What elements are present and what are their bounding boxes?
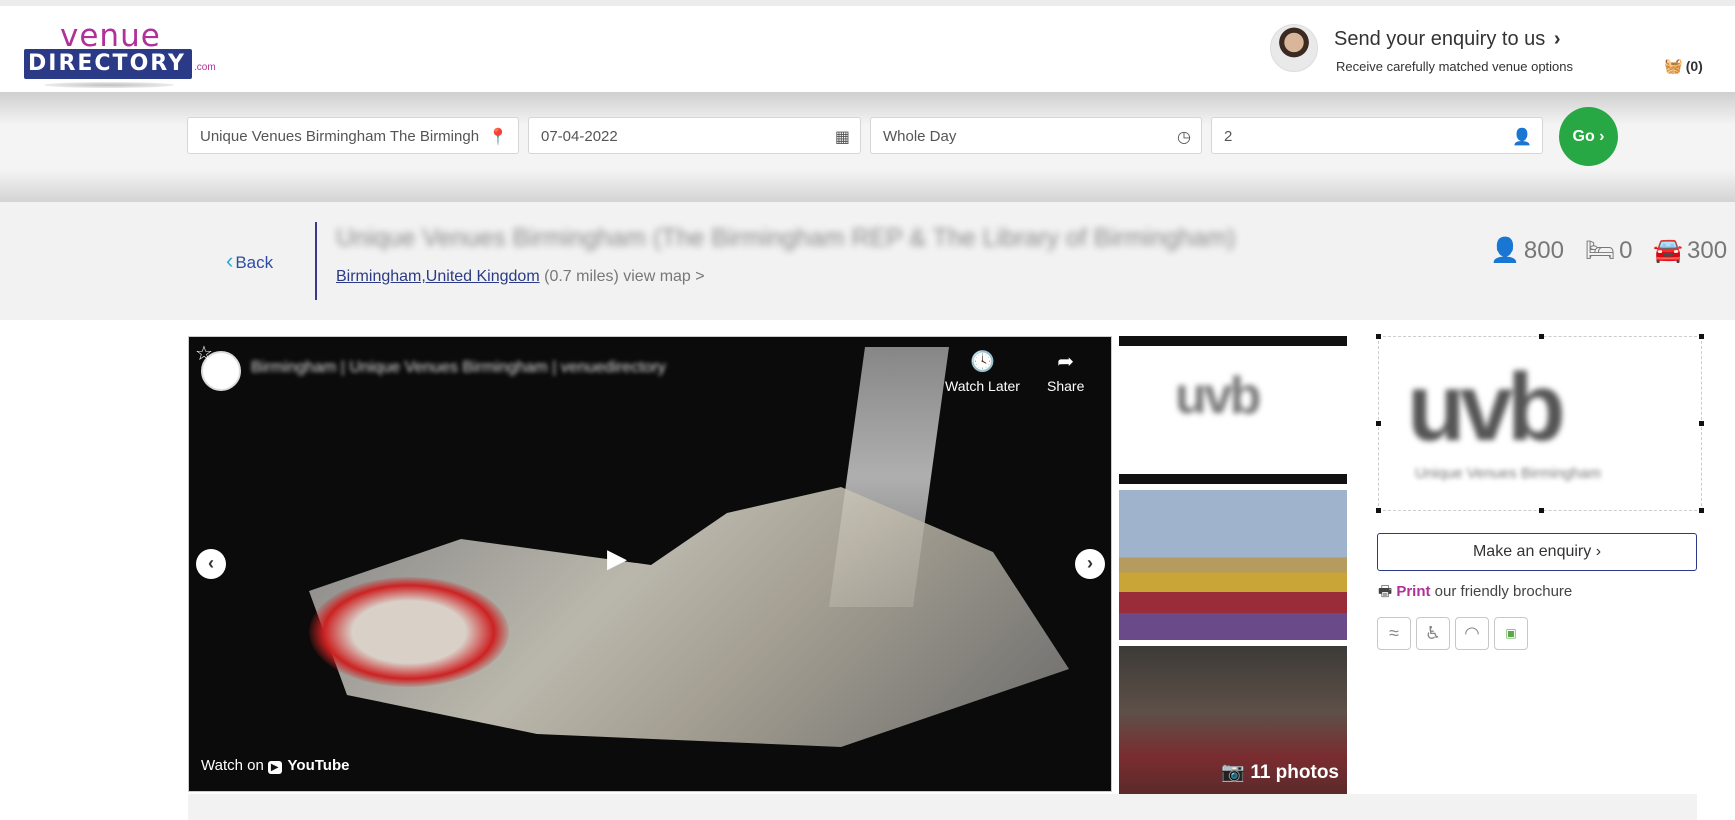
guests-value: 2 [1224,128,1233,145]
photos-label: 11 photos [1250,762,1339,783]
time-value: Whole Day [883,128,957,145]
capacity-icon: 👤 [1490,237,1520,264]
share-button[interactable]: ➦ Share [1047,349,1084,394]
star-icon: ☆ [195,343,213,365]
swimming-icon: ≈ [1377,617,1411,650]
video-player[interactable]: ☆ Birmingham | Unique Venues Birmingham … [188,336,1112,792]
basket-icon: 🧺 [1664,58,1683,75]
printer-icon: 🖶 [1378,583,1393,600]
gallery-thumb-logo[interactable]: uvb [1119,336,1347,484]
go-button[interactable]: Go › [1559,107,1618,166]
date-value: 07-04-2022 [541,128,618,145]
car-icon: 🚘 [1653,237,1683,264]
resize-handle [1376,508,1381,513]
prev-arrow-button[interactable]: ‹ [196,549,226,579]
distance-text: (0.7 miles) [544,268,619,285]
view-map-link[interactable]: view map > [623,268,704,285]
next-arrow-button[interactable]: › [1075,549,1105,579]
watch-on-label: Watch on [201,757,264,774]
resize-handle [1539,508,1544,513]
back-label: Back [235,253,274,272]
wifi-icon: ◠ [1455,617,1489,650]
resize-handle [1539,334,1544,339]
content-bottom-panel [188,794,1697,820]
youtube-label: YouTube [287,757,350,774]
location-value: Unique Venues Birmingham The Birmingh [200,128,480,145]
venue-stats: 👤 800 🛏 0 🚘 300 [1490,236,1735,265]
resize-handle [1376,334,1381,339]
send-enquiry-link[interactable]: Send your enquiry to us › [1334,28,1560,51]
video-floorplan-red-area [309,577,509,687]
share-label: Share [1047,378,1085,394]
gallery-thumb-interior[interactable]: 📷 11 photos [1119,646,1347,794]
watch-later-label: Watch Later [945,378,1020,394]
youtube-play-icon: ▶ [267,761,282,774]
location-input[interactable]: Unique Venues Birmingham The Birmingh 📍 [187,117,519,154]
print-label: Print [1396,583,1431,600]
site-header: venue DIRECTORY .com Send your enquiry t… [0,6,1735,92]
send-enquiry-label: Send your enquiry to us [1334,28,1546,50]
calendar-icon: ▦ [834,129,850,146]
bedrooms-value: 0 [1619,237,1633,264]
capacity-value: 800 [1523,237,1564,264]
location-link[interactable]: Birmingham,United Kingdom [336,268,540,285]
video-title[interactable]: Birmingham | Unique Venues Birmingham | … [251,359,666,377]
logo-shadow [44,82,174,88]
chevron-right-icon: › [1553,28,1561,50]
camera-icon: 📷 [1221,762,1246,783]
logo-directory-text: DIRECTORY [24,49,192,79]
clock-icon: ◷ [1177,129,1191,146]
advisor-avatar [1270,24,1318,72]
enquiry-subtitle: Receive carefully matched venue options [1336,59,1574,74]
parking-value: 300 [1687,237,1728,264]
basket-count: (0) [1685,58,1703,74]
resize-handle [1699,421,1704,426]
person-icon: 👤 [1512,129,1532,146]
clock-icon: 🕓 [970,351,995,373]
date-input[interactable]: 07-04-2022 ▦ [528,117,861,154]
watch-later-button[interactable]: 🕓 Watch Later [945,349,1020,394]
chevron-left-icon: ‹ [226,248,234,273]
basket-button[interactable]: 🧺 (0) [1664,57,1703,75]
uvb-logo-mark: uvb [1407,354,1566,461]
make-enquiry-button[interactable]: Make an enquiry › [1377,533,1697,571]
venue-title: Unique Venues Birmingham (The Birmingham… [336,224,1236,252]
play-icon[interactable]: ▶ [607,543,627,574]
watch-on-youtube-link[interactable]: Watch on ▶ YouTube [201,757,349,774]
resize-handle [1376,421,1381,426]
print-brochure-link[interactable]: 🖶 Print our friendly brochure [1378,581,1572,606]
wheelchair-icon: ♿ [1416,617,1450,650]
resize-handle [1699,334,1704,339]
resize-handle [1699,508,1704,513]
photos-count[interactable]: 📷 11 photos [1221,760,1339,784]
logo-suffix: .com [194,62,216,73]
safe-icon: ▣ [1494,617,1528,650]
venue-logo: uvb Unique Venues Birmingham [1376,334,1704,513]
share-icon: ➦ [1057,351,1075,373]
venue-location: Birmingham,United Kingdom (0.7 miles) vi… [336,268,705,286]
time-select[interactable]: Whole Day ◷ [870,117,1202,154]
guests-input[interactable]: 2 👤 [1211,117,1543,154]
venue-logo-caption: Unique Venues Birmingham [1415,465,1601,482]
site-logo[interactable]: venue DIRECTORY .com [24,16,216,90]
location-pin-icon: 📍 [482,127,508,147]
bed-icon: 🛏 [1584,237,1616,264]
back-link[interactable]: ‹ Back [226,248,273,274]
print-rest-label: our friendly brochure [1430,583,1573,600]
title-divider [315,222,317,300]
gallery-thumb-exterior[interactable] [1119,490,1347,640]
uvb-thumb-logo: uvb [1175,367,1261,425]
